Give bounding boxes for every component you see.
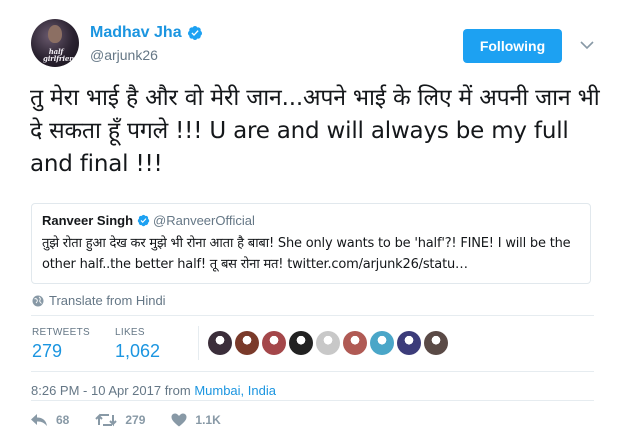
tweet-text: तु मेरा भाई है और वो मेरी जान...अपने भाई… (30, 85, 600, 177)
reply-action[interactable]: 68 (30, 413, 69, 427)
user-name-row[interactable]: Madhav Jha (90, 24, 203, 42)
retweets-count[interactable]: 279 (32, 341, 62, 362)
user-avatar[interactable]: half girlfriend (31, 19, 79, 67)
retweet-action[interactable]: 279 (95, 413, 145, 427)
liker-avatar[interactable] (397, 331, 421, 355)
avatar-figure (48, 25, 62, 43)
retweet-icon (95, 413, 118, 427)
translate-label[interactable]: Translate from Hindi (49, 293, 166, 308)
tweet-card: half girlfriend Madhav Jha @arjunk26 Fol… (0, 0, 627, 445)
reply-count: 68 (56, 413, 70, 427)
liker-avatar[interactable] (343, 331, 367, 355)
like-count: 1.1K (195, 413, 221, 427)
verified-badge-icon (137, 214, 150, 227)
location-link[interactable]: Mumbai, India (194, 383, 276, 398)
following-button[interactable]: Following (463, 29, 562, 63)
quoted-tweet[interactable]: Ranveer Singh @RanveerOfficial तुझे रोता… (31, 203, 591, 284)
stats-separator (198, 326, 199, 360)
retweets-label[interactable]: RETWEETS (32, 327, 90, 338)
user-handle[interactable]: @arjunk26 (90, 47, 158, 63)
divider (31, 400, 594, 401)
divider (31, 315, 594, 316)
tweet-actions: 68 279 1.1K (30, 413, 247, 427)
liker-avatar[interactable] (370, 331, 394, 355)
reply-icon (31, 414, 47, 426)
like-action[interactable]: 1.1K (171, 413, 221, 427)
globe-icon (32, 295, 44, 306)
quoted-user-name: Ranveer Singh (42, 213, 134, 228)
likes-label[interactable]: LIKES (115, 327, 145, 338)
heart-icon (171, 413, 187, 427)
liker-avatar[interactable] (262, 331, 286, 355)
chevron-down-icon[interactable] (580, 40, 594, 50)
verified-badge-icon (187, 26, 202, 40)
quoted-user-handle: @RanveerOfficial (153, 213, 255, 228)
timestamp-time[interactable]: 8:26 PM - 10 Apr 2017 from (31, 383, 194, 398)
divider (31, 371, 594, 372)
user-display-name[interactable]: Madhav Jha (90, 24, 182, 42)
avatar-poster-text: half girlfriend (43, 47, 79, 63)
liker-avatar[interactable] (235, 331, 259, 355)
tweet-timestamp: 8:26 PM - 10 Apr 2017 from Mumbai, India (31, 383, 276, 398)
likers-avatars (208, 331, 451, 355)
likes-count[interactable]: 1,062 (115, 341, 160, 362)
translate-link[interactable]: Translate from Hindi (32, 293, 166, 308)
liker-avatar[interactable] (208, 331, 232, 355)
liker-avatar[interactable] (289, 331, 313, 355)
retweet-count: 279 (125, 413, 146, 427)
quoted-tweet-header: Ranveer Singh @RanveerOfficial (42, 213, 255, 228)
quoted-tweet-text: तुझे रोता हुआ देख कर मुझे भी रोना आता है… (42, 236, 571, 272)
liker-avatar[interactable] (316, 331, 340, 355)
liker-avatar[interactable] (424, 331, 448, 355)
